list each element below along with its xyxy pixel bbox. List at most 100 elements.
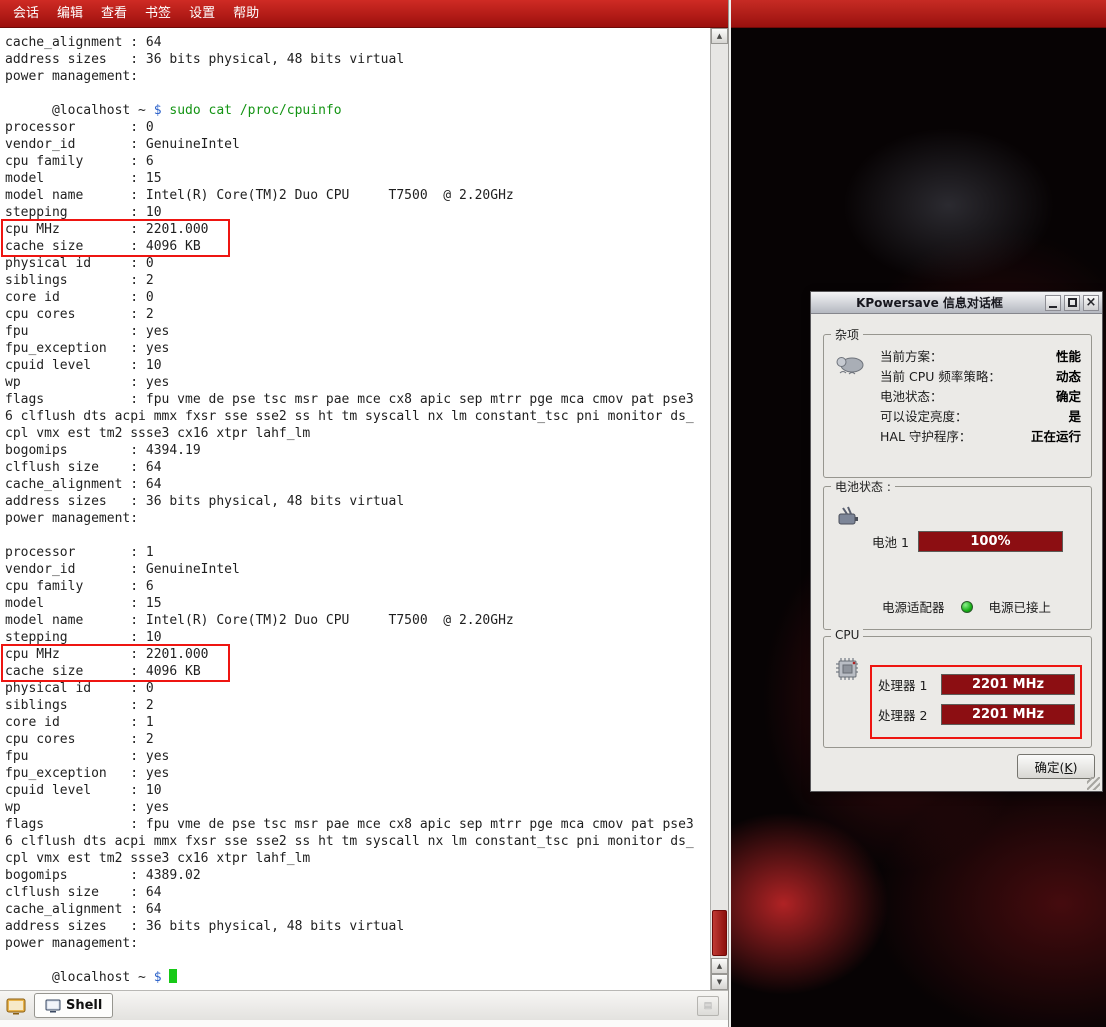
terminal-line: cpu family : 6: [5, 153, 710, 170]
group-battery-legend: 电池状态 :: [831, 478, 895, 495]
scrollbar-thumb[interactable]: [712, 910, 727, 956]
battery-icon: [836, 505, 862, 529]
cpu-rows: 处理器 12201 MHz处理器 22201 MHz: [878, 669, 1075, 729]
terminal-line: model name : Intel(R) Core(TM)2 Duo CPU …: [5, 612, 710, 629]
terminal-line: cpl vmx est tm2 ssse3 cx16 xtpr lahf_lm: [5, 425, 710, 442]
group-misc: 杂项 当前方案：性能当前 CPU 频率策略：动态电池状态：确定可以设定亮度：是H…: [823, 334, 1092, 478]
group-cpu-legend: CPU: [831, 628, 863, 642]
close-icon: ×: [1086, 296, 1097, 309]
minimize-icon: [1049, 306, 1057, 308]
terminal-line: flags : fpu vme de pse tsc msr pae mce c…: [5, 391, 710, 408]
session-list-button[interactable]: ▤: [697, 996, 719, 1016]
terminal-line: [5, 527, 710, 544]
menu-item-3[interactable]: 查看: [92, 0, 136, 27]
terminal-scrollbar[interactable]: ▲ ▲ ▼: [710, 28, 728, 990]
terminal-line: cpu family : 6: [5, 578, 710, 595]
misc-label: 当前方案：: [880, 346, 943, 365]
resize-grip[interactable]: [1087, 777, 1100, 790]
terminal-output[interactable]: cache_alignment : 64address sizes : 36 b…: [0, 28, 710, 990]
scroll-up-icon: ▲: [717, 962, 722, 970]
battery-row: 电池 1 100%: [872, 531, 1063, 552]
group-battery: 电池状态 : 电池 1 100% 电源适配器 电源已接上: [823, 486, 1092, 630]
menu-item-4[interactable]: 书签: [136, 0, 180, 27]
new-session-button[interactable]: [2, 993, 29, 1018]
terminal-line: fpu_exception : yes: [5, 340, 710, 357]
terminal-line: flags : fpu vme de pse tsc msr pae mce c…: [5, 816, 710, 833]
terminal-screen[interactable]: cache_alignment : 64address sizes : 36 b…: [0, 28, 728, 990]
terminal-line: vendor_id : GenuineIntel: [5, 561, 710, 578]
terminal-line: cache_alignment : 64: [5, 901, 710, 918]
cpu-icon: [832, 655, 864, 683]
terminal-line: bogomips : 4389.02: [5, 867, 710, 884]
ok-button[interactable]: 确定(K): [1017, 754, 1095, 779]
terminal-line: processor : 0: [5, 119, 710, 136]
terminal-line: wp : yes: [5, 799, 710, 816]
close-button[interactable]: ×: [1083, 295, 1099, 311]
terminal-line: 6 clflush dts acpi mmx fxsr sse sse2 ss …: [5, 833, 710, 850]
scroll-up-icon: ▲: [717, 32, 722, 40]
battery-label: 电池 1: [872, 532, 909, 551]
misc-value: 正在运行: [1031, 426, 1081, 445]
misc-row: 当前 CPU 频率策略：动态: [880, 365, 1081, 385]
misc-row: 可以设定亮度：是: [880, 405, 1081, 425]
menu-bar: 会话编辑查看书签设置帮助: [0, 0, 728, 28]
terminal-line: fpu : yes: [5, 323, 710, 340]
dialog-titlebar[interactable]: KPowersave 信息对话框 ×: [811, 292, 1102, 314]
terminal-line: bogomips : 4394.19: [5, 442, 710, 459]
terminal-line: cpu MHz : 2201.000: [5, 221, 710, 238]
battery-progressbar: 100%: [918, 531, 1063, 552]
tab-shell[interactable]: Shell: [34, 993, 113, 1018]
desktop: 会话编辑查看书签设置帮助 cache_alignment : 64address…: [0, 0, 1106, 1027]
terminal-line: cpu cores : 2: [5, 306, 710, 323]
scrollbar-up-button-2[interactable]: ▲: [711, 958, 728, 974]
tab-label: Shell: [66, 998, 102, 1013]
cpu-row: 处理器 2 2201 MHz: [878, 699, 1075, 729]
misc-label: 当前 CPU 频率策略：: [880, 366, 1001, 385]
kpowersave-dialog: KPowersave 信息对话框 × 杂项 当前方案：性能当前 CPU 频率策略…: [810, 291, 1103, 792]
misc-row: 当前方案： 性能: [880, 345, 1081, 365]
misc-value: 性能: [1056, 346, 1081, 365]
cpu-frequency-bar: 2201 MHz: [941, 704, 1075, 725]
maximize-button[interactable]: [1064, 295, 1080, 311]
terminal-line: vendor_id : GenuineIntel: [5, 136, 710, 153]
terminal-line: cache_alignment : 64: [5, 34, 710, 51]
terminal-line: stepping : 10: [5, 629, 710, 646]
terminal-line: address sizes : 36 bits physical, 48 bit…: [5, 51, 710, 68]
terminal-line: @localhost ~ $: [5, 969, 710, 986]
window-edge-gap: [729, 0, 731, 1027]
session-tabbar: Shell ▤: [0, 990, 728, 1020]
cpu-label: 处理器 2: [878, 705, 934, 724]
new-session-icon: [6, 997, 26, 1015]
adapter-label: 电源适配器: [882, 597, 945, 616]
terminal-line: wp : yes: [5, 374, 710, 391]
menu-item-6[interactable]: 帮助: [224, 0, 268, 27]
misc-row: HAL 守护程序：正在运行: [880, 425, 1081, 445]
scrollbar-up-button[interactable]: ▲: [711, 28, 728, 44]
terminal-line: cache size : 4096 KB: [5, 238, 710, 255]
minimize-button[interactable]: [1045, 295, 1061, 311]
scrollbar-down-button[interactable]: ▼: [711, 974, 728, 990]
terminal-line: clflush size : 64: [5, 459, 710, 476]
terminal-line: physical id : 0: [5, 255, 710, 272]
misc-row: 电池状态：确定: [880, 385, 1081, 405]
power-led-icon: [961, 601, 973, 613]
terminal-line: siblings : 2: [5, 697, 710, 714]
terminal-line: 6 clflush dts acpi mmx fxsr sse sse2 ss …: [5, 408, 710, 425]
menu-item-1[interactable]: 会话: [4, 0, 48, 27]
terminal-line: [5, 85, 710, 102]
scroll-down-icon: ▼: [717, 978, 722, 986]
misc-rows: 当前方案： 性能当前 CPU 频率策略：动态电池状态：确定可以设定亮度：是HAL …: [880, 345, 1081, 445]
terminal-line: cache size : 4096 KB: [5, 663, 710, 680]
terminal-line: cpl vmx est tm2 ssse3 cx16 xtpr lahf_lm: [5, 850, 710, 867]
window-bottom-edge: [0, 1020, 728, 1027]
terminal-line: core id : 1: [5, 714, 710, 731]
terminal-line: core id : 0: [5, 289, 710, 306]
cpu-frequency-bar: 2201 MHz: [941, 674, 1075, 695]
misc-value: 是: [1068, 406, 1081, 425]
group-cpu: CPU 处理器 12201 MHz处理器 22201 MHz: [823, 636, 1092, 748]
menu-item-5[interactable]: 设置: [180, 0, 224, 27]
maximize-icon: [1068, 298, 1077, 307]
menu-item-2[interactable]: 编辑: [48, 0, 92, 27]
terminal-line: stepping : 10: [5, 204, 710, 221]
terminal-line: @localhost ~ $ sudo cat /proc/cpuinfo: [5, 102, 710, 119]
